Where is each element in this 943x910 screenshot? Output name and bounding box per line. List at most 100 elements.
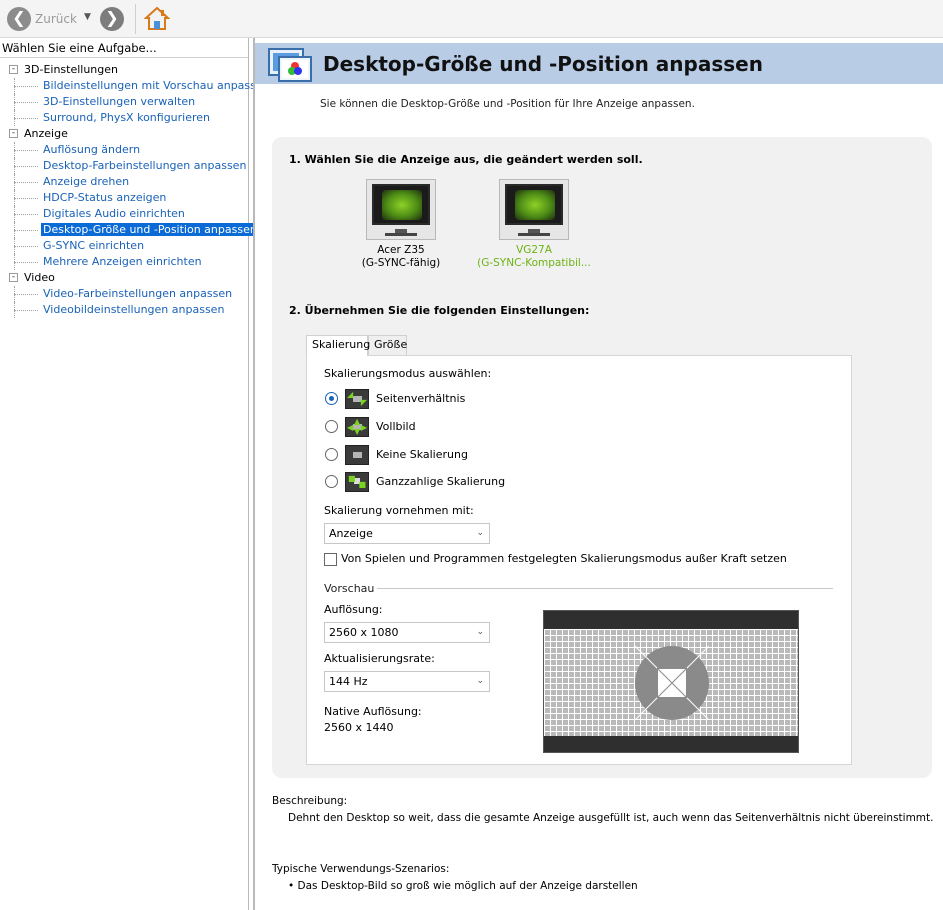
usage-heading: Typische Verwendungs-Szenarios: — [272, 863, 450, 875]
select-value: Anzeige — [329, 527, 373, 540]
sidebar-item-label: Bildeinstellungen mit Vorschau anpassen — [43, 79, 270, 92]
radio-button[interactable] — [325, 475, 338, 488]
toolbar-separator — [135, 4, 136, 34]
sidebar-item-label: Auflösung ändern — [43, 143, 141, 156]
aspect-ratio-icon: ◢ ◤ — [345, 389, 369, 409]
resolution-select[interactable]: 2560 x 1080 ⌄ — [324, 622, 490, 643]
refresh-rate-select[interactable]: 144 Hz ⌄ — [324, 671, 490, 692]
checkbox-label: Von Spielen und Programmen festgelegten … — [341, 552, 787, 565]
usage-item: • Das Desktop-Bild so groß wie möglich a… — [288, 880, 638, 892]
fullscreen-icon: ▲ ▼ ◀ ▶ — [345, 417, 369, 437]
sidebar-item-label: Mehrere Anzeigen einrichten — [43, 255, 202, 268]
tree-category-label: 3D-Einstellungen — [24, 63, 119, 76]
sidebar-item-desktop-farbe[interactable]: Desktop-Farbeinstellungen anpassen — [0, 158, 248, 174]
radio-label: Vollbild — [376, 420, 416, 433]
radio-label: Ganzzahlige Skalierung — [376, 475, 506, 488]
sidebar-item-bildeinstellungen[interactable]: Bildeinstellungen mit Vorschau anpassen — [0, 78, 270, 94]
preview-square-cross — [657, 668, 687, 698]
display-settings-icon — [268, 48, 312, 82]
tree-category-video[interactable]: - Video — [0, 270, 248, 286]
override-scaling-checkbox[interactable] — [324, 553, 337, 566]
step2-heading: 2. Übernehmen Sie die folgenden Einstell… — [289, 304, 590, 317]
tree-category-3d[interactable]: - 3D-Einstellungen — [0, 62, 248, 78]
tab-skalierung[interactable]: Skalierung — [306, 335, 370, 356]
history-dropdown-icon[interactable]: ▼ — [84, 12, 91, 22]
display-name: Acer Z35 — [377, 244, 425, 256]
tab-skalierung-content: Skalierungsmodus auswählen: ◢ ◤ Seitenver… — [306, 355, 852, 765]
select-value: 144 Hz — [329, 675, 368, 688]
radio-label: Seitenverhältnis — [376, 392, 466, 405]
sidebar-item-digitales-audio[interactable]: Digitales Audio einrichten — [0, 206, 248, 222]
settings-panel: 1. Wählen Sie die Anzeige aus, die geänd… — [272, 137, 932, 778]
perform-scaling-label: Skalierung vornehmen mit: — [324, 504, 474, 517]
sidebar-item-label: HDCP-Status anzeigen — [43, 191, 167, 204]
no-scaling-icon — [345, 445, 369, 465]
monitor-icon — [499, 179, 569, 240]
sidebar-item-desktop-groesse[interactable]: Desktop-Größe und -Position anpassen — [0, 222, 259, 238]
radio-button[interactable] — [325, 448, 338, 461]
sidebar-item-label: G-SYNC einrichten — [43, 239, 145, 252]
sidebar-item-label: Desktop-Größe und -Position anpassen — [41, 223, 259, 236]
page-title: Desktop-Größe und -Position anpassen — [323, 52, 763, 76]
sidebar-item-label: Digitales Audio einrichten — [43, 207, 185, 220]
sidebar-item-videobild[interactable]: Videobildeinstellungen anpassen — [0, 302, 248, 318]
sidebar-header: Wählen Sie eine Aufgabe... — [0, 38, 248, 58]
chevron-down-icon: ⌄ — [476, 676, 484, 686]
sidebar-item-label: Video-Farbeinstellungen anpassen — [43, 287, 233, 300]
sidebar-item-label: Surround, PhysX konfigurieren — [43, 111, 211, 124]
forward-arrow-icon[interactable]: ❯ — [100, 7, 124, 31]
native-resolution-label: Native Auflösung: — [324, 705, 422, 718]
resolution-label: Auflösung: — [324, 603, 383, 616]
main-panel: Desktop-Größe und -Position anpassen Sie… — [253, 38, 943, 910]
sidebar-item-surround-physx[interactable]: Surround, PhysX konfigurieren — [0, 110, 248, 126]
toolbar: ❮ Zurück ▼ ❯ — [0, 0, 943, 38]
sidebar-item-label: 3D-Einstellungen verwalten — [43, 95, 196, 108]
radio-label: Keine Skalierung — [376, 448, 468, 461]
integer-scaling-icon: ■ ■ — [345, 472, 369, 492]
collapse-icon[interactable]: - — [9, 65, 18, 74]
task-sidebar: Wählen Sie eine Aufgabe... - 3D-Einstell… — [0, 38, 270, 910]
sidebar-item-mehrere-anzeigen[interactable]: Mehrere Anzeigen einrichten — [0, 254, 248, 270]
sidebar-item-label: Videobildeinstellungen anpassen — [43, 303, 225, 316]
tab-groesse[interactable]: Größe — [368, 335, 407, 355]
display-sub: (G-SYNC-fähig) — [361, 257, 441, 269]
tree-category-label: Video — [24, 271, 55, 284]
tree-category-anzeige[interactable]: - Anzeige — [0, 126, 248, 142]
home-icon[interactable] — [144, 6, 170, 32]
display-acer-z35[interactable]: Acer Z35 (G-SYNC-fähig) — [341, 179, 461, 270]
back-button-label[interactable]: Zurück — [35, 12, 77, 26]
select-value: 2560 x 1080 — [329, 626, 399, 639]
scaling-preview — [543, 610, 799, 753]
description-heading: Beschreibung: — [272, 795, 348, 807]
scaling-mode-label: Skalierungsmodus auswählen: — [324, 367, 492, 380]
sidebar-item-label: Anzeige drehen — [43, 175, 130, 188]
collapse-icon[interactable]: - — [9, 273, 18, 282]
sidebar-item-gsync[interactable]: G-SYNC einrichten — [0, 238, 248, 254]
preview-group-label: Vorschau — [324, 582, 375, 595]
back-arrow-icon[interactable]: ❮ — [7, 7, 31, 31]
monitor-icon — [366, 179, 436, 240]
collapse-icon[interactable]: - — [9, 129, 18, 138]
page-banner: Desktop-Größe und -Position anpassen — [255, 43, 943, 84]
perform-scaling-select[interactable]: Anzeige ⌄ — [324, 523, 490, 544]
chevron-down-icon: ⌄ — [476, 528, 484, 538]
tree-category-label: Anzeige — [24, 127, 68, 140]
task-tree: - 3D-Einstellungen Bildeinstellungen mit… — [0, 62, 270, 318]
sidebar-item-label: Desktop-Farbeinstellungen anpassen — [43, 159, 247, 172]
preview-divider — [377, 588, 833, 589]
sidebar-item-hdcp[interactable]: HDCP-Status anzeigen — [0, 190, 248, 206]
description-text: Dehnt den Desktop so weit, dass die gesa… — [288, 812, 934, 824]
sidebar-item-3d-verwalten[interactable]: 3D-Einstellungen verwalten — [0, 94, 248, 110]
chevron-down-icon: ⌄ — [476, 627, 484, 637]
sidebar-item-anzeige-drehen[interactable]: Anzeige drehen — [0, 174, 248, 190]
native-resolution-value: 2560 x 1440 — [324, 721, 394, 734]
sidebar-item-video-farbe[interactable]: Video-Farbeinstellungen anpassen — [0, 286, 248, 302]
refresh-rate-label: Aktualisierungsrate: — [324, 652, 435, 665]
step1-heading: 1. Wählen Sie die Anzeige aus, die geänd… — [289, 153, 643, 166]
radio-button[interactable] — [325, 420, 338, 433]
display-name: VG27A — [516, 244, 552, 256]
radio-button-checked[interactable] — [325, 392, 338, 405]
page-intro: Sie können die Desktop-Größe und -Positi… — [320, 98, 695, 110]
display-vg27a[interactable]: VG27A (G-SYNC-Kompatibil... — [474, 179, 594, 270]
sidebar-item-aufloesung[interactable]: Auflösung ändern — [0, 142, 248, 158]
